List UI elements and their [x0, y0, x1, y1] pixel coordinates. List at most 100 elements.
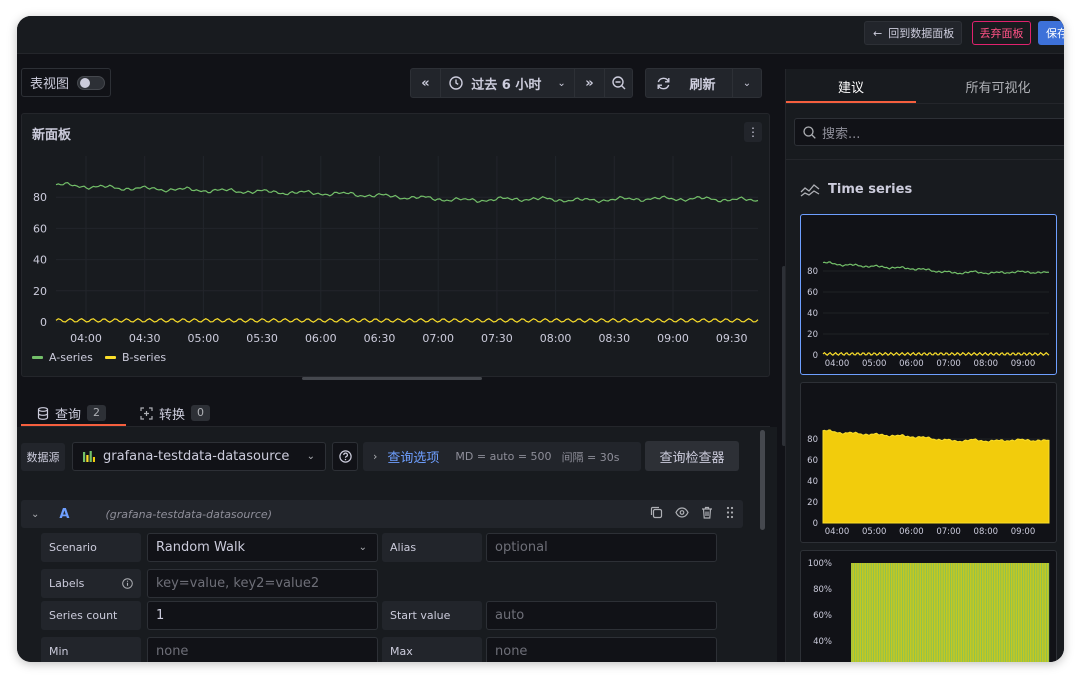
start-value-input[interactable]: auto — [486, 601, 717, 630]
tab-all-visualizations[interactable]: 所有可视化 — [928, 69, 1064, 103]
double-chevron-right-icon: » — [585, 75, 594, 91]
y-tick-label: 80 — [33, 191, 47, 204]
top-bar: ← 回到数据面板 丢弃面板 保存 — [17, 16, 1064, 54]
max-input[interactable]: none — [486, 637, 717, 662]
labels-label: Labels — [49, 577, 85, 590]
visualization-search[interactable]: 搜索... — [794, 118, 1064, 146]
scenario-select[interactable]: Random Walk ⌄ — [147, 533, 378, 562]
preview-x-tick: 04:00 — [825, 527, 850, 537]
preview-x-tick: 09:00 — [1011, 359, 1036, 369]
visualization-picker: 建议 所有可视化 搜索... Time series 80 60 40 20 0 04:0… — [785, 69, 1064, 662]
x-tick-label: 06:00 — [305, 332, 337, 345]
datasource-label: 数据源 — [21, 443, 65, 471]
database-icon — [37, 406, 49, 420]
tab-transformations-label: 转换 — [159, 407, 186, 423]
preview-x-tick: 09:00 — [1011, 527, 1036, 537]
chevron-down-icon: ⌄ — [358, 542, 367, 553]
time-series-chart: 80 60 40 20 0 04:00 04:30 05:00 05:30 06:00 06:30 0… — [32, 156, 759, 364]
y-tick-label: 20 — [33, 285, 47, 298]
chevron-down-icon: ⌄ — [306, 451, 315, 462]
preview-y-tick: 100% — [808, 559, 832, 569]
series-line-a-series — [55, 181, 759, 204]
x-tick-label: 07:00 — [422, 332, 454, 345]
trash-icon[interactable] — [701, 506, 713, 519]
table-view-toggle[interactable]: 表视图 — [21, 68, 111, 97]
series-count-label: Series count — [41, 601, 141, 630]
drag-handle-icon[interactable] — [725, 506, 735, 519]
interval-value: 间隔 = 30s — [561, 450, 620, 464]
preview-y-tick: 0 — [813, 519, 818, 529]
refresh-interval-dropdown[interactable]: ⌄ — [732, 68, 762, 98]
min-input[interactable]: none — [147, 637, 378, 662]
duplicate-icon[interactable] — [650, 506, 663, 519]
preview-y-tick: 60% — [813, 611, 832, 621]
info-circle-icon[interactable] — [122, 578, 133, 589]
query-datasource-name: (grafana-testdata-datasource) — [105, 507, 272, 521]
panel-preview: 新面板 ⋮ 80 60 40 20 0 04:00 04:30 05:00 05:30 06:00… — [21, 113, 770, 380]
max-data-points: MD = auto = 500 — [455, 450, 552, 463]
viz-suggestion-time-series[interactable]: 80 60 40 20 0 04:00 05:00 06:00 07:00 08:00 09:00 — [800, 214, 1057, 375]
preview-y-tick: 40 — [807, 477, 818, 487]
legend-label: A-series — [49, 351, 93, 364]
table-view-switch[interactable] — [77, 75, 106, 90]
preview-x-tick: 07:00 — [936, 527, 961, 537]
y-tick-label: 60 — [33, 222, 47, 235]
datasource-picker[interactable]: grafana-testdata-datasource ⌄ — [72, 442, 326, 471]
series-count-input[interactable]: 1 — [147, 601, 378, 630]
datasource-help-button[interactable] — [332, 442, 358, 471]
query-editor-scrollbar[interactable] — [760, 430, 765, 530]
refresh-label: 刷新 — [689, 77, 716, 93]
query-options[interactable]: › 查询选项 MD = auto = 500 间隔 = 30s — [363, 442, 641, 471]
query-inspector-button[interactable]: 查询检查器 — [645, 441, 739, 471]
legend-label: B-series — [122, 351, 166, 364]
viz-group-title: Time series — [800, 182, 912, 197]
preview-x-tick: 06:00 — [899, 527, 924, 537]
query-options-link[interactable]: 查询选项 — [387, 447, 439, 466]
discard-panel-button[interactable]: 丢弃面板 — [972, 21, 1031, 45]
viz-suggestion-area[interactable]: 80 60 40 20 0 04:00 05:00 06:00 07:00 08:00 09:00 — [800, 382, 1057, 543]
preview-x-tick: 08:00 — [974, 527, 999, 537]
datasource-name: grafana-testdata-datasource — [103, 449, 290, 464]
app-window: ← 回到数据面板 丢弃面板 保存 表视图 « 过去 6 小时 ⌄ » 刷新 ⌄ … — [17, 16, 1064, 662]
alias-input[interactable]: optional — [486, 533, 717, 562]
time-shift-forward-button[interactable]: » — [574, 68, 605, 98]
chart-horizontal-scrollbar[interactable] — [302, 377, 482, 380]
transform-icon — [140, 406, 153, 420]
preview-y-tick: 20 — [807, 330, 818, 340]
clock-icon — [449, 76, 463, 90]
min-label: Min — [41, 637, 141, 662]
side-tab-divider — [786, 103, 1064, 104]
zoom-out-button[interactable] — [604, 68, 633, 98]
tab-suggestions[interactable]: 建议 — [786, 69, 916, 103]
eye-icon[interactable] — [675, 506, 689, 519]
testdata-logo-icon — [83, 451, 95, 462]
legend-swatch — [105, 356, 116, 359]
refresh-button[interactable]: 刷新 — [645, 68, 733, 98]
time-shift-back-button[interactable]: « — [410, 68, 441, 98]
query-row-header[interactable]: ⌄ A (grafana-testdata-datasource) — [21, 500, 743, 528]
search-icon — [803, 125, 816, 139]
preview-x-tick: 05:00 — [862, 527, 887, 537]
tab-queries-label: 查询 — [55, 407, 82, 423]
x-tick-label: 06:30 — [364, 332, 396, 345]
tab-queries[interactable]: 查询 2 — [37, 402, 107, 424]
save-button[interactable]: 保存 — [1038, 21, 1064, 45]
back-to-dashboard-button[interactable]: ← 回到数据面板 — [864, 21, 962, 45]
labels-label-box: Labels — [41, 569, 141, 598]
preview-area-fill — [822, 429, 1050, 524]
tab-transformations[interactable]: 转换 0 — [140, 402, 211, 424]
query-letter: A — [59, 506, 70, 522]
time-range-picker[interactable]: 过去 6 小时 ⌄ — [440, 68, 575, 98]
transformations-count-badge: 0 — [191, 405, 211, 421]
viz-suggestion-stacked[interactable]: 100%80%60%40%20% — [800, 550, 1057, 662]
time-picker-group: « 过去 6 小时 ⌄ » — [410, 68, 633, 98]
collapse-chevron-icon[interactable]: ⌄ — [31, 509, 39, 520]
chevron-right-icon: › — [373, 450, 378, 463]
preview-y-tick: 80 — [807, 267, 818, 277]
x-tick-label: 08:30 — [598, 332, 630, 345]
x-tick-label: 05:30 — [246, 332, 278, 345]
refresh-icon — [657, 77, 670, 89]
preview-y-tick: 40 — [807, 309, 818, 319]
labels-input[interactable]: key=value, key2=value2 — [147, 569, 378, 598]
x-tick-label: 09:30 — [716, 332, 748, 345]
